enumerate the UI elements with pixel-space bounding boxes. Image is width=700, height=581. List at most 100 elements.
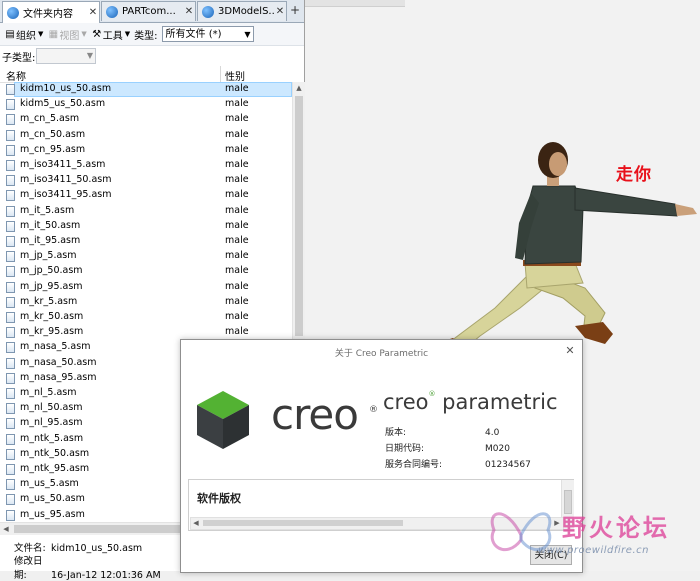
close-button[interactable]: 关闭(C) <box>530 545 572 565</box>
file-gender: male <box>225 219 249 231</box>
type-filter-select[interactable]: 所有文件 (*) ▼ <box>161 26 254 42</box>
list-item[interactable]: m_cn_50.asm male <box>0 128 292 143</box>
assembly-file-icon <box>6 236 15 247</box>
file-gender: male <box>225 280 249 292</box>
file-name: m_kr_50.asm <box>20 311 84 322</box>
contract-row: 服务合同编号: 01234567 <box>385 457 531 470</box>
column-divider[interactable] <box>220 66 221 82</box>
organize-label: 组织 <box>16 30 36 42</box>
assembly-file-icon <box>6 129 15 141</box>
assembly-file-icon <box>6 266 15 278</box>
tools-menu[interactable]: ⚒ 工具 ▼ <box>91 27 130 42</box>
assembly-file-icon <box>6 388 15 399</box>
close-icon[interactable]: ✕ <box>274 6 286 17</box>
tools-icon: ⚒ <box>92 28 102 40</box>
list-item[interactable]: m_jp_50.asm male <box>0 264 292 279</box>
scroll-right-icon[interactable]: ▶ <box>552 518 562 529</box>
file-name: m_iso3411_5.asm <box>20 159 106 170</box>
file-name: m_nl_95.asm <box>20 417 83 429</box>
chevron-down-icon: ▼ <box>244 30 251 39</box>
scrollbar-thumb[interactable] <box>295 96 303 336</box>
assembly-file-icon <box>6 281 15 293</box>
list-item[interactable]: m_jp_5.asm male <box>0 249 292 264</box>
annotation-callout: 走你 <box>616 165 652 185</box>
assembly-file-icon <box>6 175 15 187</box>
mannequin-model[interactable] <box>435 138 700 353</box>
organize-menu[interactable]: ▤ 组织 ▼ <box>4 27 43 42</box>
file-name: m_ntk_5.asm <box>20 432 84 444</box>
creo-cube-logo <box>197 391 249 449</box>
assembly-file-icon <box>6 296 15 308</box>
list-item[interactable]: m_cn_95.asm male <box>0 143 292 158</box>
scroll-up-icon[interactable]: ▲ <box>293 82 305 94</box>
tab-3dmodelspace[interactable]: 3DModelS... ✕ <box>197 1 287 21</box>
tab-folder-contents[interactable]: 文件夹内容 ✕ <box>2 1 100 23</box>
close-icon[interactable]: ✕ <box>183 6 195 17</box>
creo-logo-text: creo <box>271 390 359 439</box>
type-label: 类型: <box>134 30 158 42</box>
datecode-value: M020 <box>485 444 510 454</box>
assembly-file-icon <box>6 160 15 171</box>
list-item[interactable]: kidm10_us_50.asm male <box>0 82 292 97</box>
list-item[interactable]: m_cn_5.asm male <box>0 112 292 127</box>
subtype-label: 子类型: <box>2 52 36 64</box>
globe-icon <box>7 6 19 19</box>
dialog-titlebar[interactable]: 关于 Creo Parametric ✕ <box>181 340 582 364</box>
list-item[interactable]: m_it_50.asm male <box>0 219 292 234</box>
add-tab-button[interactable]: + <box>288 3 302 19</box>
license-horizontal-scrollbar[interactable]: ◀ ▶ <box>190 517 564 530</box>
list-item[interactable]: m_it_5.asm male <box>0 204 292 219</box>
list-item[interactable]: m_iso3411_95.asm male <box>0 188 292 203</box>
column-header-gender[interactable]: 性别 <box>225 68 245 83</box>
tab-label: 3DModelS... <box>218 6 274 17</box>
scrollbar-thumb[interactable] <box>564 490 572 514</box>
list-item[interactable]: m_jp_95.asm male <box>0 280 292 295</box>
scrollbar-thumb[interactable] <box>203 520 403 526</box>
assembly-file-icon <box>6 448 15 460</box>
product-registered-mark: ® <box>428 390 436 398</box>
file-name: m_kr_95.asm <box>20 326 84 338</box>
list-item[interactable]: m_it_95.asm male <box>0 234 292 249</box>
file-name: m_it_5.asm <box>20 204 75 216</box>
subtype-select[interactable]: ▼ <box>36 48 96 64</box>
scroll-left-icon[interactable]: ◀ <box>191 518 201 529</box>
file-gender: male <box>225 113 249 125</box>
file-gender: male <box>225 295 249 307</box>
contract-value: 01234567 <box>485 460 531 470</box>
views-label: 视图 <box>59 30 80 42</box>
assembly-file-icon <box>6 205 15 217</box>
filename-label: 文件名: <box>14 543 46 554</box>
assembly-file-icon <box>6 114 15 126</box>
file-gender: male <box>225 250 249 262</box>
modified-value: 16-Jan-12 12:01:36 AM <box>51 570 161 581</box>
file-name: m_iso3411_50.asm <box>20 174 112 186</box>
assembly-file-icon <box>6 494 15 506</box>
file-name: m_cn_5.asm <box>20 113 80 125</box>
file-gender: male <box>225 204 249 216</box>
list-item[interactable]: m_kr_5.asm male <box>0 295 292 310</box>
column-header-name[interactable]: 名称 <box>6 68 26 83</box>
file-name: kidm5_us_50.asm <box>20 98 106 110</box>
browser-toolbar: ▤ 组织 ▼ ▦ 视图 ▼ ⚒ 工具 ▼ 类型: 所有文件 (*) ▼ <box>0 23 304 46</box>
list-item[interactable]: m_iso3411_50.asm male <box>0 173 292 188</box>
list-item[interactable]: kidm5_us_50.asm male <box>0 97 292 112</box>
chevron-down-icon: ▼ <box>38 30 44 38</box>
scroll-left-icon[interactable]: ◀ <box>0 523 12 535</box>
file-name: m_nasa_95.asm <box>20 371 97 383</box>
list-item[interactable]: m_kr_95.asm male <box>0 325 292 340</box>
subtype-row: 子类型: ▼ <box>0 46 304 66</box>
list-item[interactable]: m_kr_50.asm male <box>0 310 292 325</box>
list-item[interactable]: m_iso3411_5.asm male <box>0 158 292 173</box>
file-name: m_jp_50.asm <box>20 265 83 277</box>
chevron-down-icon: ▼ <box>124 30 131 38</box>
file-name: m_kr_5.asm <box>20 295 78 307</box>
file-gender: male <box>225 143 249 155</box>
close-icon[interactable]: ✕ <box>87 7 99 18</box>
file-name: m_jp_95.asm <box>20 280 83 292</box>
assembly-file-icon <box>6 84 15 95</box>
views-menu[interactable]: ▦ 视图 ▼ <box>47 27 87 42</box>
file-name: m_it_95.asm <box>20 235 81 246</box>
close-icon[interactable]: ✕ <box>563 344 577 358</box>
tab-partcom[interactable]: PARTcom... ✕ <box>101 1 196 21</box>
file-name: m_ntk_95.asm <box>20 463 90 474</box>
